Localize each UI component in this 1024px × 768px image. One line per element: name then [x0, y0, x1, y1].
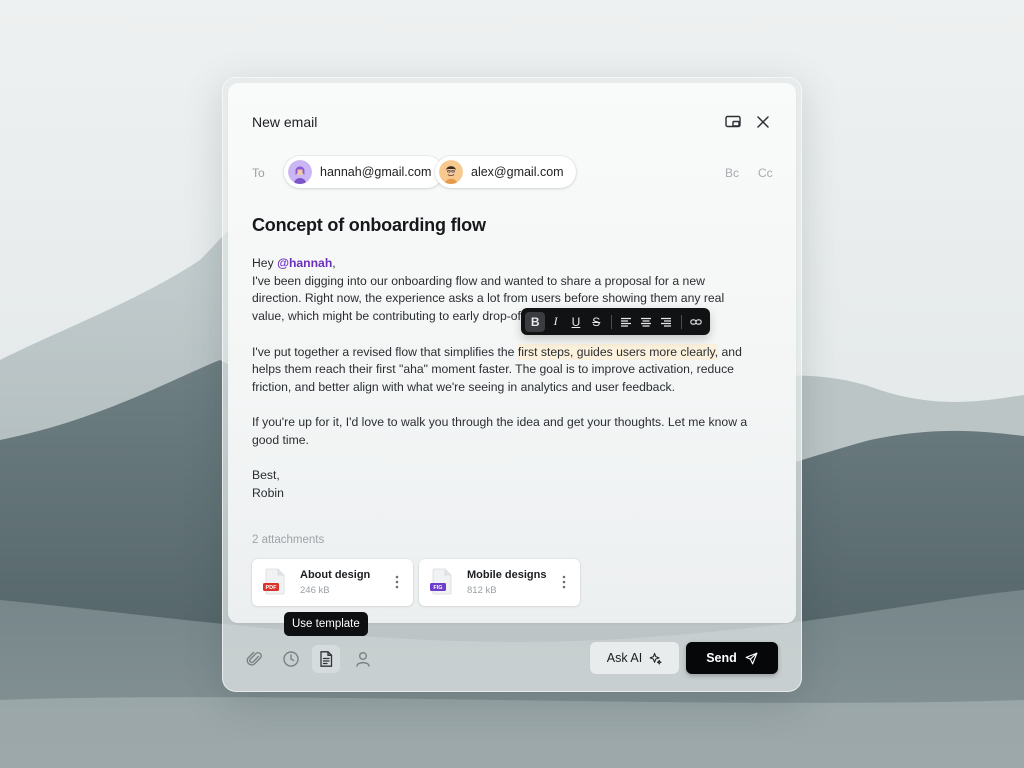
- attachment-card[interactable]: FIG Mobile designs 812 kB: [419, 559, 580, 606]
- attachments-count: 2 attachments: [252, 534, 325, 546]
- sparkle-icon: [649, 652, 662, 665]
- recipient-email: alex@gmail.com: [471, 165, 564, 179]
- p2-text-before: I've put together a revised flow that si…: [252, 344, 518, 359]
- fig-badge: FIG: [433, 585, 442, 591]
- signoff: Best,: [252, 468, 280, 483]
- cc-button[interactable]: Cc: [758, 166, 773, 180]
- mention-hannah[interactable]: @hannah: [277, 256, 332, 270]
- ask-ai-button[interactable]: Ask AI: [590, 642, 679, 674]
- recipient-chip-hannah[interactable]: hannah@gmail.com: [284, 156, 444, 188]
- underline-button[interactable]: U: [566, 312, 586, 332]
- align-center-icon[interactable]: [636, 312, 656, 332]
- to-label: To: [252, 166, 265, 180]
- attachment-name: Mobile designs: [467, 569, 547, 581]
- ask-ai-label: Ask AI: [606, 651, 643, 665]
- attachment-size: 812 kB: [467, 585, 497, 596]
- clock-icon[interactable]: [277, 645, 305, 673]
- greeting-line: Hey @hannah,: [252, 255, 752, 273]
- picture-in-picture-icon[interactable]: [724, 113, 742, 131]
- attachment-name: About design: [300, 569, 371, 581]
- compose-title: New email: [252, 114, 318, 130]
- send-label: Send: [706, 651, 737, 665]
- send-button[interactable]: Send: [686, 642, 778, 674]
- recipient-chip-alex[interactable]: alex@gmail.com: [435, 156, 576, 188]
- avatar-hannah-icon: [288, 160, 312, 184]
- person-icon[interactable]: [349, 645, 377, 673]
- fig-file-icon: FIG: [430, 568, 454, 595]
- attachment-size: 246 kB: [300, 585, 330, 596]
- align-left-icon[interactable]: [615, 312, 635, 332]
- avatar-alex-icon: [439, 160, 463, 184]
- selected-text-highlight[interactable]: first steps, guides users more clearly,: [517, 343, 719, 360]
- use-template-tooltip: Use template: [284, 612, 368, 636]
- email-body[interactable]: Hey @hannah, I've been digging into our …: [252, 255, 752, 503]
- greeting-suffix: ,: [332, 256, 336, 270]
- body-paragraph-3: If you're up for it, I'd love to walk yo…: [252, 415, 748, 447]
- compose-window: New email To hannah@gmail.com alex@gmail…: [222, 77, 802, 692]
- greeting-prefix: Hey: [252, 256, 278, 270]
- more-vertical-icon[interactable]: [558, 573, 570, 591]
- bcc-button[interactable]: Bc: [725, 166, 739, 180]
- pdf-file-icon: PDF: [263, 568, 287, 595]
- bold-button[interactable]: B: [525, 311, 546, 332]
- italic-button[interactable]: I: [545, 312, 565, 332]
- body-paragraph-2: I've put together a revised flow that si…: [252, 343, 752, 397]
- toolbar-divider: [680, 314, 682, 329]
- recipient-email: hannah@gmail.com: [320, 165, 432, 179]
- send-icon: [745, 652, 758, 665]
- toolbar-divider: [610, 314, 612, 329]
- attachment-card[interactable]: PDF About design 246 kB: [252, 559, 413, 606]
- close-icon[interactable]: [754, 113, 772, 131]
- pdf-badge: PDF: [266, 585, 278, 591]
- format-toolbar: B I U S: [521, 308, 710, 335]
- strikethrough-button[interactable]: S: [586, 312, 606, 332]
- more-vertical-icon[interactable]: [391, 573, 403, 591]
- compose-card: New email To hannah@gmail.com alex@gmail…: [228, 83, 796, 623]
- email-subject[interactable]: Concept of onboarding flow: [252, 215, 486, 236]
- template-icon[interactable]: [312, 645, 340, 673]
- align-right-icon[interactable]: [656, 312, 676, 332]
- signature: Robin: [252, 486, 284, 501]
- link-icon[interactable]: [686, 312, 706, 332]
- paperclip-icon[interactable]: [241, 645, 269, 673]
